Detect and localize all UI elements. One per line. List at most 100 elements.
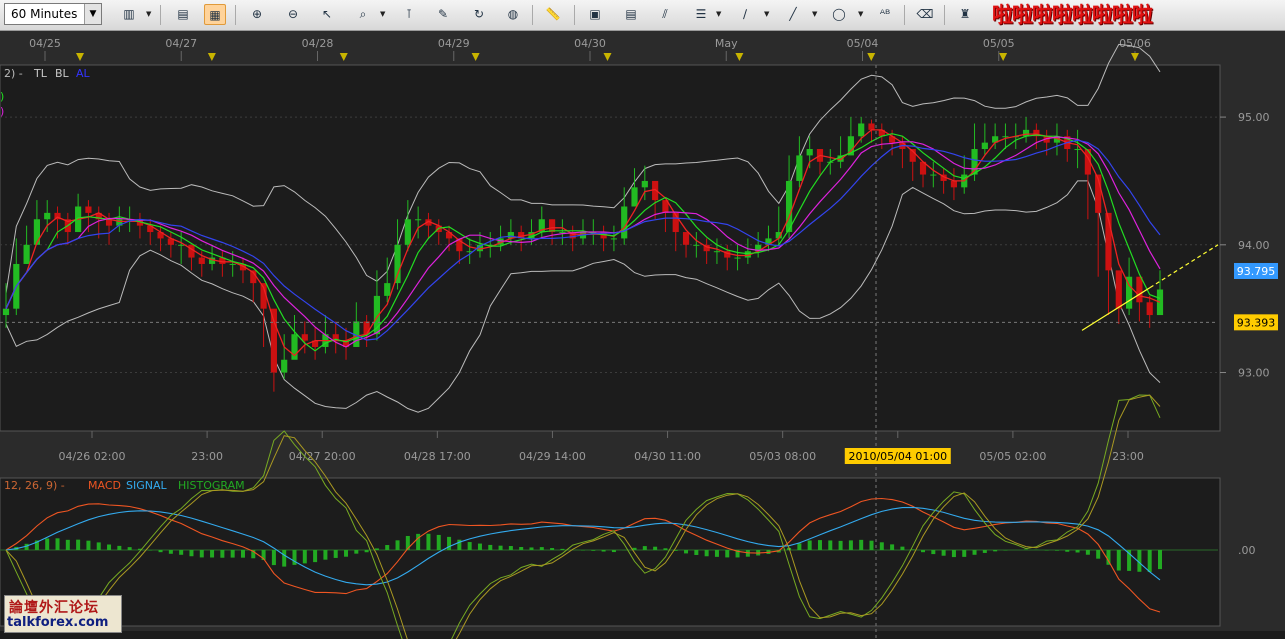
candle-body [1002,136,1009,138]
histogram-bar [611,550,616,553]
histogram-bar [890,544,895,550]
candle-body [198,257,205,264]
histogram-bar [313,550,318,563]
globe-icon[interactable]: ◍ [502,4,524,25]
note-icon[interactable]: ✎ [432,4,454,25]
histogram-bar [879,542,884,550]
candle-body [713,251,721,253]
top-date-label: 05/05 [983,37,1015,50]
histogram-bar [962,550,967,557]
draw-line-icon[interactable]: ╱ [782,4,804,25]
chevron-down-icon[interactable]: ▼ [764,10,769,18]
bar-chart-icon[interactable]: ▥ [118,4,140,25]
eraser-icon[interactable]: ⌫ [914,4,936,25]
histogram-bar [972,550,977,555]
candle-body [621,206,628,239]
chevron-down-icon[interactable]: ▼ [380,10,385,18]
candle-body [548,219,556,233]
zoom-out-icon[interactable]: ⊖ [282,4,304,25]
histogram-bar [168,550,173,554]
candle-body [796,155,803,181]
histogram-bar [199,550,204,558]
horizontal-line-icon[interactable]: ☰ [690,4,712,25]
calculator-icon[interactable]: ▤ [620,4,642,25]
histogram-bar [828,540,833,550]
toolbar-separator [944,5,945,25]
histogram-bar [96,542,101,550]
chevron-down-icon[interactable]: ▼ [84,4,101,24]
ruler-icon[interactable]: 📏 [542,4,564,25]
zoom-in-icon[interactable]: ⊕ [246,4,268,25]
histogram-bar [951,550,956,558]
timeframe-select[interactable]: 60 Minutes ▼ [4,3,102,25]
candle-body [641,180,648,188]
histogram-bar [488,544,493,550]
legend-side-2: ) [0,105,4,118]
chevron-down-icon[interactable]: ▼ [812,10,817,18]
time-label: 04/30 11:00 [634,450,701,463]
magnifier-icon[interactable]: ⌕ [352,4,374,25]
ellipse-icon[interactable]: ◯ [828,4,850,25]
candle-body [394,244,401,284]
candle-body [693,244,700,246]
chart-area[interactable]: 04/25 04/27 04/28 04/29 04/30 May 05/04 05/05 05… [0,31,1285,639]
histogram-bar [921,550,926,553]
candle-body [858,123,865,137]
histogram-bar [220,550,225,558]
candle-body [270,308,277,373]
histogram-bar [271,550,276,566]
histogram-bar [395,540,400,550]
histogram-bar [1116,550,1121,571]
legend-params: 2) - [4,67,23,80]
histogram-bar [848,540,853,550]
macd-legend-item: HISTOGRAM [178,479,245,492]
time-label: 05/03 08:00 [749,450,816,463]
histogram-bar [1054,550,1059,551]
candlestick-icon[interactable]: ▤ [172,4,194,25]
candle-body [229,263,236,265]
refresh-icon[interactable]: ↻ [468,4,490,25]
candle-body [1022,129,1030,137]
legend-item: TL [33,67,48,80]
crosshair-time-value: 2010/05/04 01:00 [848,450,947,463]
histogram-bar [797,543,802,550]
histogram-bar [714,550,719,557]
histogram-bar [859,539,864,550]
trendline-icon[interactable]: ⫽ [654,4,676,25]
histogram-bar [807,540,812,550]
histogram-bar [663,548,668,550]
candle-body [1115,270,1122,309]
histogram-bar [127,547,132,550]
candle-body [806,149,813,156]
top-date-label: 04/29 [438,37,470,50]
toolbar-separator [235,5,236,25]
vertical-line-icon[interactable]: ⊺ [398,4,420,25]
text-icon[interactable]: ᴬᴮ [874,4,896,25]
chevron-down-icon[interactable]: ▼ [716,10,721,18]
histogram-bar [385,545,390,550]
candle-body [950,180,958,188]
histogram-bar [838,540,843,550]
histogram-bar [323,550,328,560]
chevron-down-icon[interactable]: ▼ [858,10,863,18]
histogram-bar [436,534,441,550]
candle-body [1136,276,1143,303]
macd-legend-item: SIGNAL [126,479,168,492]
candle-body [2,308,10,316]
candle-body [178,244,185,246]
time-label: 05/05 02:00 [979,450,1046,463]
histogram-bar [467,542,472,550]
candle-body [281,359,288,373]
pen-icon[interactable]: ∕ [734,4,756,25]
cursor-icon[interactable]: ↖ [316,4,338,25]
histogram-bar [1075,550,1080,553]
line-chart-icon[interactable]: ▦ [204,4,226,25]
chart-image-icon[interactable]: ▣ [584,4,606,25]
histogram-bar [179,550,184,555]
macd-legend-item: MACD [88,479,121,492]
histogram-bar [704,550,709,557]
legend-side-1: ) [0,90,4,103]
histogram-bar [982,550,987,553]
chevron-down-icon[interactable]: ▼ [146,10,151,18]
indicator-icon[interactable]: ♜ [954,4,976,25]
